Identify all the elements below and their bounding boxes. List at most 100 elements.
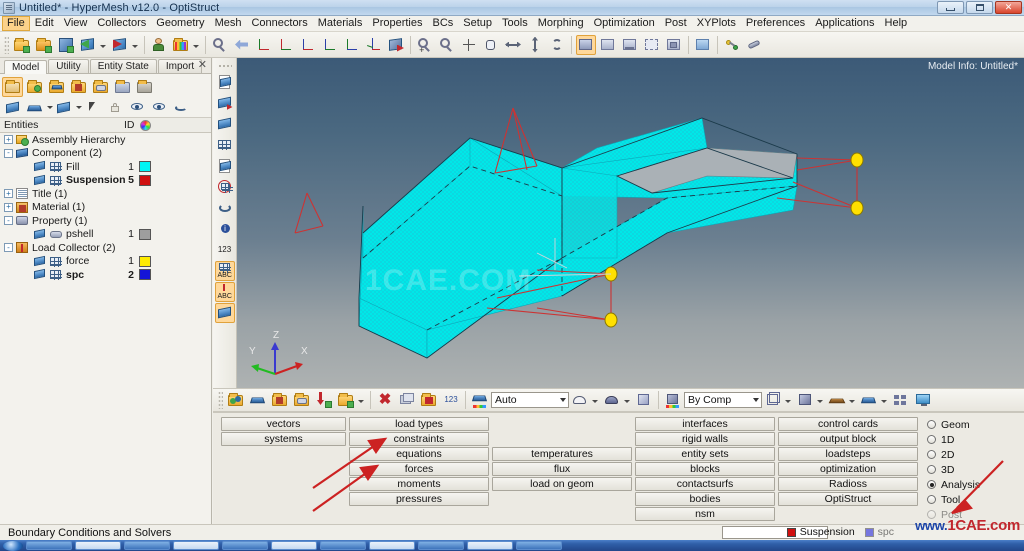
menu-geometry[interactable]: Geometry <box>151 16 209 31</box>
tree-item-color-swatch[interactable] <box>139 174 151 186</box>
connector-icon[interactable] <box>722 35 742 55</box>
lock-icon[interactable] <box>104 98 125 118</box>
expand-icon[interactable]: + <box>4 135 13 145</box>
panel-button-contactsurfs[interactable]: contactsurfs <box>635 477 775 491</box>
user-profile-icon[interactable] <box>149 35 169 55</box>
mesh-lines-icon[interactable] <box>891 390 911 410</box>
xy-axis-icon[interactable] <box>254 35 274 55</box>
panel-button-temperatures[interactable]: temperatures <box>492 447 632 461</box>
tree-row[interactable]: spc 2 <box>0 268 211 282</box>
panel-button-output-block[interactable]: output block <box>778 432 918 446</box>
collapse-icon[interactable]: - <box>4 148 13 158</box>
radio-button-icon[interactable] <box>927 480 936 489</box>
radio-button-icon[interactable] <box>927 465 936 474</box>
open-model-icon[interactable] <box>12 35 32 55</box>
panel-button-loadsteps[interactable]: loadsteps <box>778 447 918 461</box>
radio-geom[interactable]: Geom <box>927 417 1017 432</box>
taskbar-item[interactable] <box>124 541 170 550</box>
radio-3d[interactable]: 3D <box>927 462 1017 477</box>
taskbar-item[interactable] <box>467 541 513 550</box>
taskbar-item[interactable] <box>75 541 121 550</box>
vtoolbar-grip[interactable] <box>217 64 232 69</box>
menu-tools[interactable]: Tools <box>497 16 533 31</box>
window-save-icon[interactable] <box>576 34 596 55</box>
collapse-icon[interactable]: - <box>4 243 13 253</box>
taskbar-item[interactable] <box>418 541 464 550</box>
shade-wire-dropdown[interactable] <box>591 390 599 410</box>
panel-button-vectors[interactable]: vectors <box>221 417 346 431</box>
arrow-left-right-icon[interactable] <box>503 35 523 55</box>
property-icon[interactable] <box>90 77 111 97</box>
plate-frame-icon[interactable] <box>215 156 235 176</box>
swoosh-icon[interactable] <box>170 98 191 118</box>
taskbar-item[interactable] <box>222 541 268 550</box>
abc-mesh-icon[interactable]: ABC <box>214 261 235 281</box>
abc-load-icon[interactable]: ABC <box>214 282 235 302</box>
component-icon[interactable] <box>46 77 67 97</box>
menu-properties[interactable]: Properties <box>367 16 427 31</box>
close-button[interactable]: ✕ <box>995 1 1022 14</box>
color-palette-icon[interactable] <box>171 35 191 55</box>
tree-item-color-swatch[interactable] <box>139 161 151 173</box>
menu-file[interactable]: File <box>2 16 30 31</box>
panel-button-pressures[interactable]: pressures <box>349 492 489 506</box>
browser-tab-entity-state[interactable]: Entity State <box>89 59 157 73</box>
tree-row[interactable]: force 1 <box>0 255 211 269</box>
taskbar-item[interactable] <box>26 541 72 550</box>
property-icon[interactable] <box>292 390 312 410</box>
weld-icon[interactable] <box>744 35 764 55</box>
status-current-component[interactable]: Suspension <box>786 526 855 538</box>
tree-row[interactable]: pshell 1 <box>0 228 211 242</box>
radio-tool[interactable]: Tool <box>927 492 1017 507</box>
radio-2d[interactable]: 2D <box>927 447 1017 462</box>
panel-button-bodies[interactable]: bodies <box>635 492 775 506</box>
panel-button-forces[interactable]: forces <box>349 462 489 476</box>
import-down-icon[interactable] <box>314 390 334 410</box>
diamond-icon[interactable] <box>24 98 45 118</box>
panel-button-control-cards[interactable]: control cards <box>778 417 918 431</box>
panel-button-load-on-geom[interactable]: load on geom <box>492 477 632 491</box>
window-sub-icon[interactable] <box>664 35 684 55</box>
export-icon[interactable] <box>78 35 98 55</box>
diamond-icon[interactable] <box>248 390 268 410</box>
tree-item-color-swatch[interactable] <box>139 228 151 240</box>
plate2-dropdown[interactable] <box>75 98 82 118</box>
menu-setup[interactable]: Setup <box>458 16 497 31</box>
taskbar-item[interactable] <box>369 541 415 550</box>
material-icon[interactable] <box>68 77 89 97</box>
tree-row[interactable]: - Load Collector (2) <box>0 241 211 255</box>
number-123-icon[interactable]: 123 <box>215 240 235 260</box>
panel-button-flux[interactable]: flux <box>492 462 632 476</box>
component-table-icon[interactable] <box>226 390 246 410</box>
tree-item-color-swatch[interactable] <box>139 269 151 281</box>
tree-item-color-swatch[interactable] <box>139 255 151 267</box>
panel-button-optimization[interactable]: optimization <box>778 462 918 476</box>
cube-icon[interactable] <box>634 390 654 410</box>
eye-1-icon[interactable] <box>148 98 169 118</box>
browser-tab-import[interactable]: Import <box>157 59 203 73</box>
delete-icon[interactable]: ✖ <box>375 390 395 410</box>
window-dashed-icon[interactable] <box>642 35 662 55</box>
window-image-icon[interactable] <box>693 35 713 55</box>
unmask-icon[interactable] <box>419 390 439 410</box>
tree-row[interactable]: Suspension 5 <box>0 174 211 188</box>
panel-button-optistruct[interactable]: OptiStruct <box>778 492 918 506</box>
menu-mesh[interactable]: Mesh <box>210 16 247 31</box>
taskbar-item[interactable] <box>516 541 562 550</box>
element-face-icon[interactable] <box>827 390 847 410</box>
shaded-plate-icon[interactable] <box>859 390 879 410</box>
window-new-icon[interactable] <box>598 35 618 55</box>
export-dropdown[interactable] <box>99 35 107 55</box>
shade-solid-icon[interactable] <box>602 390 622 410</box>
radio-button-icon[interactable] <box>927 420 936 429</box>
expand-icon[interactable]: + <box>4 202 13 212</box>
zy-axis-icon[interactable] <box>320 35 340 55</box>
panel-button-nsm[interactable]: nsm <box>635 507 775 521</box>
rotate-icon[interactable] <box>386 35 406 55</box>
menu-connectors[interactable]: Connectors <box>246 16 312 31</box>
shade-wire-icon[interactable] <box>570 390 590 410</box>
fit-view-icon[interactable] <box>210 35 230 55</box>
gtoolbar-grip[interactable] <box>218 391 223 409</box>
status-current-loadcollector[interactable]: spc <box>864 526 894 538</box>
zoom-out-icon[interactable] <box>437 35 457 55</box>
